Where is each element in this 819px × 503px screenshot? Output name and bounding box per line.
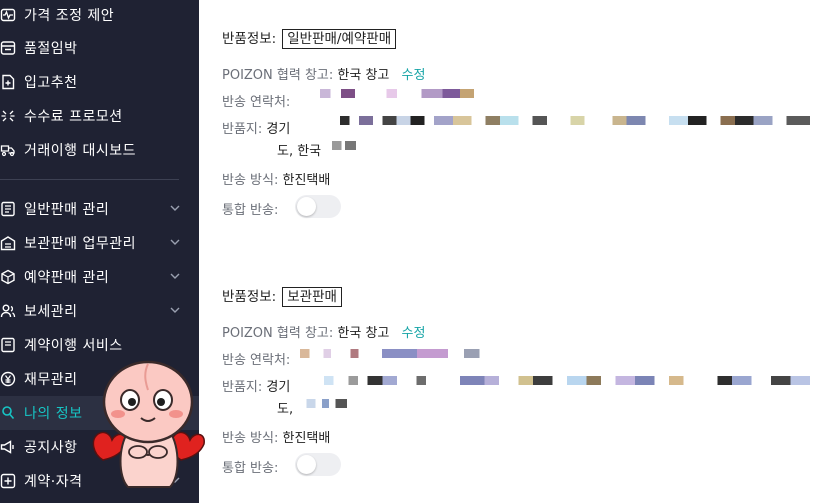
warehouse-row: POIZON 협력 창고: 한국 창고 수정 (222, 64, 425, 83)
chevron-down-icon (170, 239, 180, 245)
sidebar-item-label: 일반판매 관리 (24, 202, 110, 218)
main-content: 반품정보: 일반판매/예약판매 POIZON 협력 창고: 한국 창고 수정 반송… (199, 0, 819, 503)
peach-character-sticker (92, 360, 205, 488)
chevron-down-icon (170, 273, 180, 279)
merge-row: 통합 반송: (222, 457, 278, 476)
sidebar-item-general-sales[interactable]: 일반판매 관리 (0, 192, 199, 226)
contact-label: 반송 연락처: (222, 95, 291, 110)
sidebar-item-restock[interactable]: 입고추천 (0, 65, 199, 99)
method-value: 한진택배 (282, 173, 331, 188)
list-icon (0, 201, 16, 217)
plus-box-icon (0, 74, 16, 90)
user-icon (0, 405, 16, 421)
chevron-down-icon (170, 205, 180, 211)
warehouse-row: POIZON 협력 창고: 한국 창고 수정 (222, 322, 425, 341)
sidebar-item-label: 재무관리 (24, 372, 78, 388)
warehouse-label: POIZON 협력 창고: (222, 68, 334, 83)
redacted-address-tail (302, 399, 347, 408)
method-value: 한진택배 (282, 431, 331, 446)
warehouse-icon (0, 235, 16, 251)
cube-icon (0, 269, 16, 285)
sidebar-divider (0, 179, 179, 180)
sidebar-item-label: 수수료 프로모션 (24, 109, 123, 125)
redacted-address-tail (332, 141, 356, 150)
users-icon (0, 303, 16, 319)
chevron-down-icon (170, 307, 180, 313)
sidebar-item-label: 거래이행 대시보드 (24, 143, 136, 159)
sidebar-item-price-adjust[interactable]: 가격 조정 제안 (0, 0, 199, 32)
method-label: 반송 방식: (222, 173, 279, 188)
warehouse-label: POIZON 협력 창고: (222, 326, 334, 341)
return-info-label: 반품정보: (222, 31, 277, 47)
return-info-header: 반품정보: 일반판매/예약판매 (222, 27, 397, 49)
method-row: 반송 방식: 한진택배 (222, 427, 330, 446)
contact-row: 반송 연락처: (222, 91, 290, 110)
contact-row: 반송 연락처: (222, 349, 290, 368)
merge-label: 통합 반송: (222, 461, 279, 476)
sidebar-item-bonded[interactable]: 보세관리 (0, 294, 199, 328)
redacted-contact (320, 89, 495, 98)
merge-row: 통합 반송: (222, 199, 278, 218)
sidebar-item-storage-sales[interactable]: 보관판매 업무관리 (0, 226, 199, 260)
method-label: 반송 방식: (222, 431, 279, 446)
pulse-icon (0, 7, 16, 23)
address-label: 반품지: (222, 122, 263, 137)
address-row: 반품지: 경기 (222, 118, 290, 137)
sales-type-tag: 보관판매 (282, 287, 342, 307)
yen-icon (0, 371, 16, 387)
address-line2-row: 도, (277, 398, 293, 417)
sidebar-item-label: 품절임박 (24, 41, 78, 57)
sidebar-item-label: 보세관리 (24, 304, 78, 320)
sidebar-item-fulfillment-dashboard[interactable]: 거래이행 대시보드 (0, 133, 199, 167)
sales-type-tag: 일반판매/예약판매 (282, 29, 397, 49)
address-line2: 도, (277, 402, 294, 417)
method-row: 반송 방식: 한진택배 (222, 169, 330, 188)
sidebar-item-label: 가격 조정 제안 (24, 8, 115, 24)
sidebar-item-label: 계약·자격 (24, 474, 83, 490)
truck-icon (0, 142, 16, 158)
document-icon (0, 337, 16, 353)
merge-label: 통합 반송: (222, 203, 279, 218)
edit-link[interactable]: 수정 (402, 68, 426, 83)
edit-link[interactable]: 수정 (402, 326, 426, 341)
megaphone-icon (0, 439, 16, 455)
sidebar-item-preorder[interactable]: 예약판매 관리 (0, 260, 199, 294)
sidebar-item-label: 예약판매 관리 (24, 270, 110, 286)
address-line1: 경기 (266, 122, 291, 137)
return-info-header: 반품정보: 보관판매 (222, 285, 342, 307)
contact-label: 반송 연락처: (222, 353, 291, 368)
redacted-address (340, 116, 810, 125)
warehouse-value: 한국 창고 (337, 326, 390, 341)
redacted-contact (300, 349, 495, 358)
address-row: 반품지: 경기 (222, 376, 290, 395)
plus-square-icon (0, 473, 16, 489)
toggle-knob (297, 197, 316, 216)
address-line2-row: 도, 한국 (277, 140, 321, 159)
sidebar-item-label: 나의 정보 (24, 406, 83, 422)
box-icon (0, 40, 16, 56)
warehouse-value: 한국 창고 (337, 68, 390, 83)
merge-return-toggle[interactable] (295, 453, 341, 476)
address-label: 반품지: (222, 380, 263, 395)
gift-icon (0, 108, 16, 124)
address-line2: 도, 한국 (277, 144, 322, 159)
sidebar-item-label: 공지사항 (24, 440, 78, 456)
merge-return-toggle[interactable] (295, 195, 341, 218)
sidebar-item-label: 보관판매 업무관리 (24, 236, 136, 252)
return-info-label: 반품정보: (222, 289, 277, 305)
redacted-address (324, 376, 810, 385)
sidebar-item-label: 입고추천 (24, 75, 78, 91)
address-line1: 경기 (266, 380, 291, 395)
toggle-knob (297, 455, 316, 474)
sidebar-item-fee-promo[interactable]: 수수료 프로모션 (0, 99, 199, 133)
sidebar-item-soldout-soon[interactable]: 품절임박 (0, 31, 199, 65)
